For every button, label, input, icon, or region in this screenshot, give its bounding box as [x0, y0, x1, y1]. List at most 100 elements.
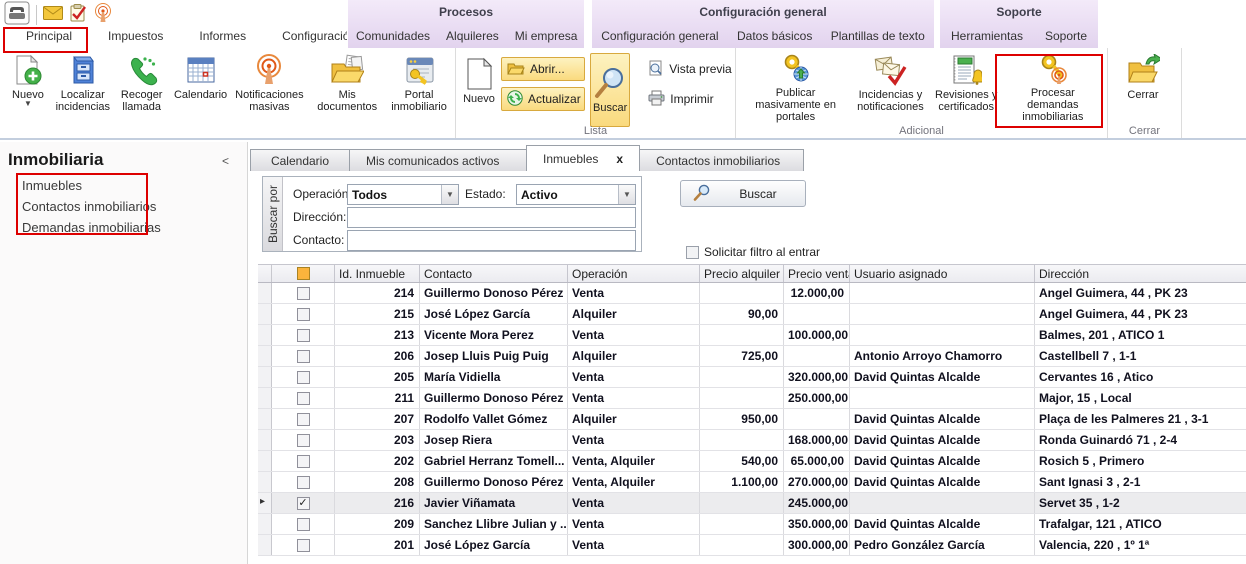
row-checkbox[interactable]	[297, 308, 310, 321]
vista-previa-button[interactable]: Vista previa	[643, 57, 739, 81]
ribbon-tab-herramientas[interactable]: Herramientas	[943, 29, 1031, 43]
row-checkbox[interactable]: ✓	[297, 497, 310, 510]
estado-select[interactable]: Activo ▼	[516, 184, 636, 205]
ribbon-tab-mi-empresa[interactable]: Mi empresa	[507, 29, 586, 43]
localizar-incidencias-button[interactable]: Localizar incidencias	[52, 51, 114, 123]
ribbon-tab-configuracion-general[interactable]: Configuración general	[593, 29, 726, 43]
table-row[interactable]: 205 María Vidiella Venta 320.000,00 Davi…	[258, 367, 1246, 388]
ribbon-tab-alquileres[interactable]: Alquileres	[438, 29, 507, 43]
row-checkbox[interactable]	[297, 392, 310, 405]
abrir-button[interactable]: Abrir...	[501, 57, 585, 81]
doc-tab-mis-comunicados[interactable]: Mis comunicados activos	[349, 149, 527, 171]
row-checkbox-cell[interactable]	[272, 514, 335, 534]
row-checkbox[interactable]	[297, 539, 310, 552]
tasks-check-icon[interactable]	[69, 4, 87, 27]
ribbon-tab-informes[interactable]: Informes	[181, 26, 264, 48]
ribbon-tab-soporte[interactable]: Soporte	[1037, 29, 1095, 43]
ribbon-tab-comunidades[interactable]: Comunidades	[348, 29, 438, 43]
table-row[interactable]: ▸ ✓ 216 Javier Viñamata Venta 245.000,00…	[258, 493, 1246, 514]
row-checkbox-cell[interactable]	[272, 367, 335, 387]
portal-inmobiliario-button[interactable]: Portal inmobiliario	[387, 51, 451, 123]
table-row[interactable]: 203 Josep Riera Venta 168.000,00 David Q…	[258, 430, 1246, 451]
row-checkbox-cell[interactable]	[272, 325, 335, 345]
contacto-input[interactable]	[347, 230, 636, 251]
row-checkbox-cell[interactable]	[272, 283, 335, 303]
row-checkbox[interactable]	[297, 350, 310, 363]
revisiones-certificados-button[interactable]: Revisiones y certificados	[930, 51, 1003, 123]
table-row[interactable]: 209 Sanchez Llibre Julian y ... Venta 35…	[258, 514, 1246, 535]
notificaciones-masivas-button[interactable]: Notificaciones masivas	[231, 51, 307, 123]
buscar-ribbon-button[interactable]: Buscar	[590, 53, 630, 127]
row-checkbox-cell[interactable]	[272, 451, 335, 471]
row-checkbox-cell[interactable]	[272, 535, 335, 555]
table-row[interactable]: 211 Guillermo Donoso Pérez Venta 250.000…	[258, 388, 1246, 409]
buscar-filter-button[interactable]: Buscar	[680, 180, 806, 207]
mis-documentos-button[interactable]: Mis documentos	[307, 51, 387, 123]
table-row[interactable]: 201 José López García Venta 300.000,00 P…	[258, 535, 1246, 556]
cerrar-button[interactable]: Cerrar	[1112, 51, 1174, 123]
row-checkbox[interactable]	[297, 287, 310, 300]
chevron-down-icon[interactable]: ▼	[618, 185, 635, 204]
row-checkbox-cell[interactable]	[272, 472, 335, 492]
procesar-demandas-button[interactable]: Procesar demandas inmobiliarias	[1003, 51, 1103, 123]
doc-tab-inmuebles[interactable]: Inmuebles x	[526, 145, 640, 171]
row-checkbox[interactable]	[297, 434, 310, 447]
nuevo-button[interactable]: Nuevo ▼	[4, 51, 52, 123]
mail-icon[interactable]	[43, 6, 63, 25]
select-all-checkbox[interactable]	[297, 267, 310, 280]
table-row[interactable]: 208 Guillermo Donoso Pérez Venta, Alquil…	[258, 472, 1246, 493]
button-label: Actualizar	[528, 92, 581, 106]
table-row[interactable]: 214 Guillermo Donoso Pérez Venta 12.000,…	[258, 283, 1246, 304]
row-checkbox[interactable]	[297, 329, 310, 342]
row-checkbox[interactable]	[297, 455, 310, 468]
table-row[interactable]: 213 Vicente Mora Perez Venta 100.000,00 …	[258, 325, 1246, 346]
ribbon-tab-principal[interactable]: Principal	[8, 26, 90, 48]
row-checkbox-cell[interactable]	[272, 388, 335, 408]
table-row[interactable]: 215 José López García Alquiler 90,00 Ang…	[258, 304, 1246, 325]
row-checkbox[interactable]	[297, 371, 310, 384]
row-checkbox-cell[interactable]: ✓	[272, 493, 335, 513]
header-precio-alquiler[interactable]: Precio alquiler	[700, 265, 784, 282]
chevron-down-icon[interactable]: ▼	[441, 185, 458, 204]
header-usuario-asignado[interactable]: Usuario asignado	[850, 265, 1035, 282]
nuevo-lista-button[interactable]: Nuevo	[460, 55, 498, 127]
publicar-masivamente-button[interactable]: Publicar masivamente en portales	[740, 51, 851, 123]
row-checkbox-cell[interactable]	[272, 346, 335, 366]
header-id-inmueble[interactable]: Id. Inmueble	[335, 265, 420, 282]
row-checkbox[interactable]	[297, 413, 310, 426]
close-tab-icon[interactable]: x	[616, 152, 623, 166]
table-row[interactable]: 206 Josep Lluis Puig Puig Alquiler 725,0…	[258, 346, 1246, 367]
ribbon-tab-plantillas-texto[interactable]: Plantillas de texto	[823, 29, 933, 43]
row-checkbox-cell[interactable]	[272, 304, 335, 324]
row-checkbox[interactable]	[297, 476, 310, 489]
ribbon-tab-datos-basicos[interactable]: Datos básicos	[729, 29, 820, 43]
header-precio-venta[interactable]: Precio venta	[784, 265, 850, 282]
broadcast-icon[interactable]	[93, 3, 113, 28]
checkbox-icon[interactable]	[686, 246, 699, 259]
header-contacto[interactable]: Contacto	[420, 265, 568, 282]
table-row[interactable]: 207 Rodolfo Vallet Gómez Alquiler 950,00…	[258, 409, 1246, 430]
table-row[interactable]: 202 Gabriel Herranz Tomell... Venta, Alq…	[258, 451, 1246, 472]
header-operacion[interactable]: Operación	[568, 265, 700, 282]
row-checkbox-cell[interactable]	[272, 430, 335, 450]
sidebar-collapse-button[interactable]: <	[222, 154, 229, 168]
row-checkbox-cell[interactable]	[272, 409, 335, 429]
doc-tab-contactos-inmobiliarios[interactable]: Contactos inmobiliarios	[639, 149, 804, 171]
ribbon-tab-impuestos[interactable]: Impuestos	[90, 26, 181, 48]
header-direccion[interactable]: Dirección	[1035, 265, 1246, 282]
sidebar-item-inmuebles[interactable]: Inmuebles	[22, 178, 82, 193]
header-checkbox-cell[interactable]	[272, 265, 335, 282]
incidencias-notificaciones-button[interactable]: Incidencias y notificaciones	[851, 51, 929, 123]
sidebar-item-demandas-inmobiliarias[interactable]: Demandas inmobiliarias	[22, 220, 161, 235]
actualizar-button[interactable]: Actualizar	[501, 87, 585, 111]
recoger-llamada-button[interactable]: Recoger llamada	[114, 51, 170, 123]
calendario-button[interactable]: Calendario	[170, 51, 232, 123]
doc-tab-calendario[interactable]: Calendario	[250, 149, 350, 171]
solicitar-filtro-checkbox-row[interactable]: Solicitar filtro al entrar	[686, 245, 820, 259]
direccion-input[interactable]	[347, 207, 636, 228]
sidebar-item-contactos-inmobiliarios[interactable]: Contactos inmobiliarios	[22, 199, 156, 214]
imprimir-button[interactable]: Imprimir	[643, 87, 739, 111]
row-checkbox[interactable]	[297, 518, 310, 531]
operacion-select[interactable]: Todos ▼	[347, 184, 459, 205]
button-label: Abrir...	[530, 62, 565, 76]
